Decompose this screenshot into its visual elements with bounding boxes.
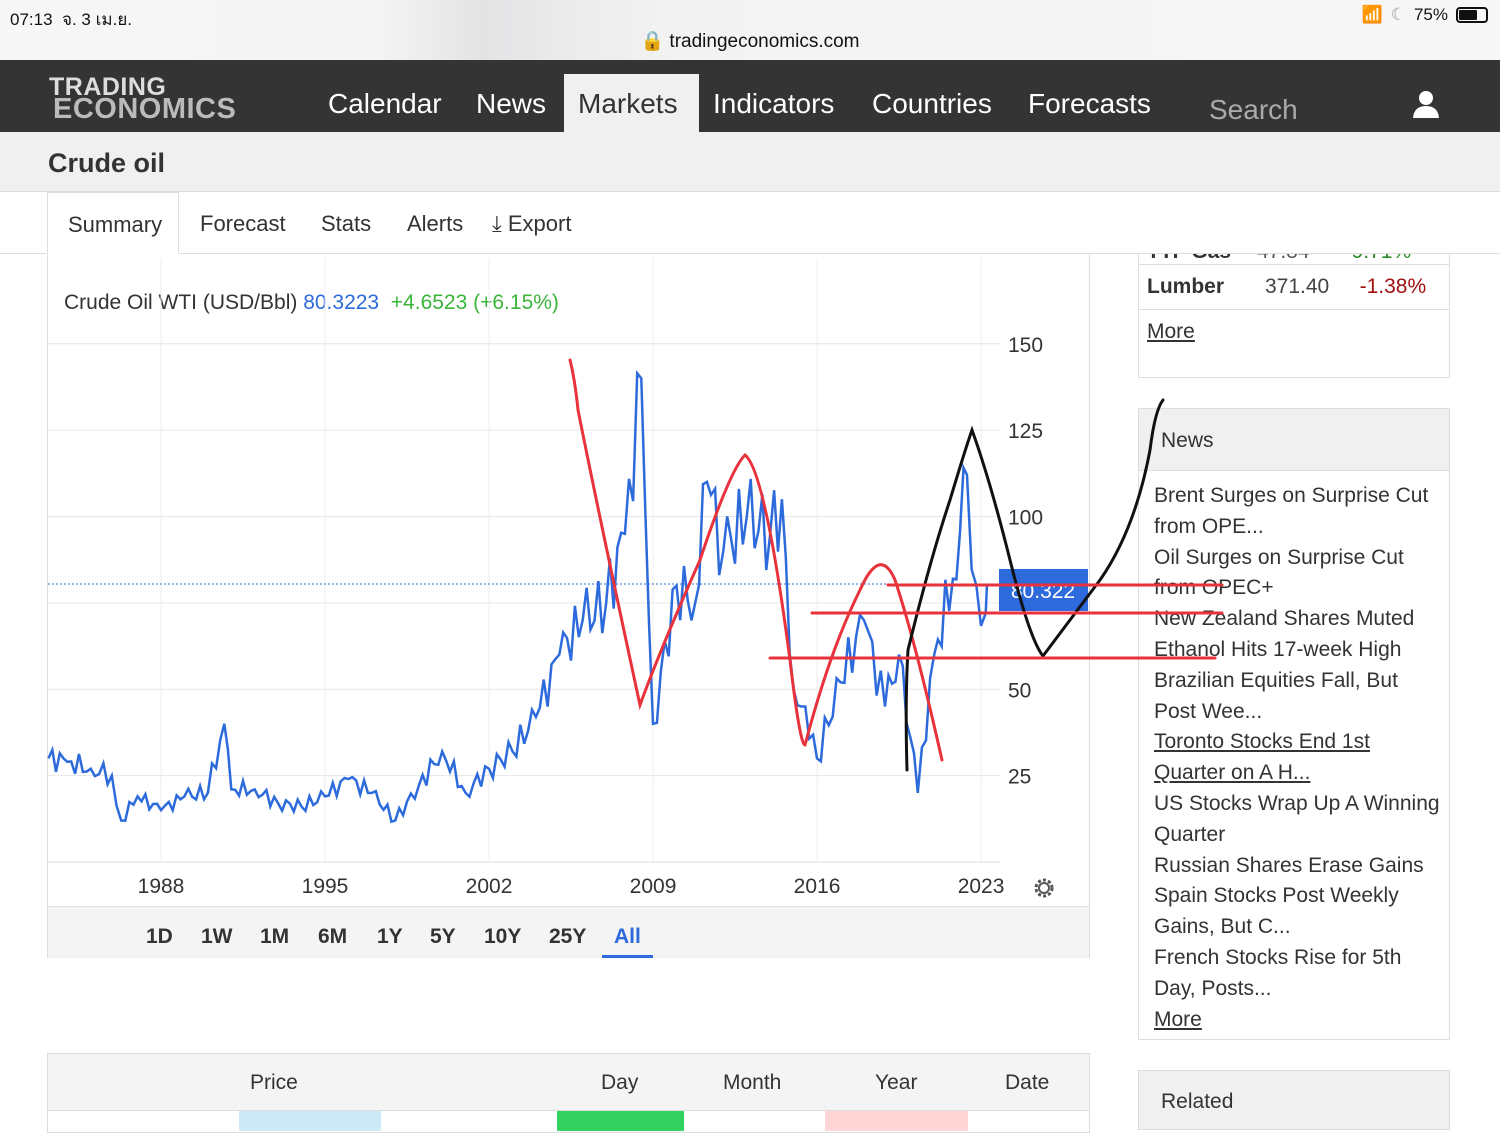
range-1w[interactable]: 1W (201, 925, 233, 949)
news-item[interactable]: Spain Stocks Post Weekly Gains, But C... (1154, 881, 1441, 943)
range-1y[interactable]: 1Y (377, 925, 403, 949)
logo[interactable]: TRADING ECONOMICS (49, 75, 236, 124)
news-item[interactable]: Ethanol Hits 17-week High (1154, 635, 1441, 666)
nav-markets[interactable]: Markets (564, 74, 699, 132)
price-table-header: Price Day Month Year Date (48, 1054, 1089, 1111)
news-item[interactable]: New Zealand Shares Muted (1154, 604, 1441, 635)
nav-news[interactable]: News (462, 74, 560, 132)
range-1m[interactable]: 1M (260, 925, 289, 949)
table-row[interactable]: Lumber 371.40 -1.38% (1139, 264, 1449, 310)
more-markets-link[interactable]: More (1147, 320, 1195, 343)
range-all[interactable]: All (602, 925, 653, 958)
col-day: Day (601, 1071, 639, 1094)
tab-export[interactable]: ⤓ Export (492, 192, 571, 254)
nav-forecasts[interactable]: Forecasts (1014, 74, 1165, 132)
news-item[interactable]: French Stocks Rise for 5th Day, Posts... (1154, 943, 1441, 1005)
tab-stats[interactable]: Stats (321, 192, 371, 254)
battery-icon (1456, 7, 1488, 23)
col-price: Price (250, 1071, 298, 1094)
price-cell (239, 1111, 381, 1131)
nav-calendar[interactable]: Calendar (314, 74, 456, 132)
range-25y[interactable]: 25Y (549, 925, 586, 949)
related-heading: Related (1138, 1070, 1450, 1130)
lock-icon: 🔒 (640, 31, 665, 52)
news-item[interactable]: US Stocks Wrap Up A Winning Quarter (1154, 789, 1441, 851)
wifi-icon: 📶 (1361, 5, 1383, 24)
range-1d[interactable]: 1D (146, 925, 173, 949)
download-icon: ⤓ (492, 211, 502, 236)
news-item[interactable]: Brazilian Equities Fall, But Post Wee... (1154, 666, 1441, 728)
battery-percent: 75% (1413, 5, 1448, 24)
chart-header: Crude Oil WTI (USD/Bbl) 80.3223 +4.6523 … (64, 291, 559, 314)
markets-panel: TTF Gas47.849.71% Lumber371.40-1.38% Mor… (1138, 240, 1450, 378)
news-heading: News (1139, 409, 1449, 471)
price-table: Price Day Month Year Date (47, 1053, 1090, 1133)
day-change-cell (557, 1111, 684, 1131)
news-item[interactable]: Oil Surges on Surprise Cut from OPEC+ (1154, 543, 1441, 605)
range-6m[interactable]: 6M (318, 925, 347, 949)
more-news-link[interactable]: More (1154, 1008, 1202, 1031)
news-item[interactable]: Toronto Stocks End 1st Quarter on A H... (1154, 727, 1441, 789)
range-selector: 1D 1W 1M 6M 1Y 5Y 10Y 25Y All (48, 906, 1089, 958)
page-title: Crude oil (48, 148, 166, 178)
tab-bar: Summary Forecast Stats Alerts ⤓ Export (0, 192, 1500, 254)
year-change-cell (825, 1111, 968, 1131)
address-bar[interactable]: 🔒 tradingeconomics.com (0, 29, 1500, 53)
chart-panel: Crude Oil WTI (USD/Bbl) 80.3223 +4.6523 … (47, 254, 1090, 958)
status-bar: 07:13 จ. 3 เม.ย. 🔒 tradingeconomics.com … (0, 0, 1500, 60)
user-icon[interactable] (1410, 88, 1442, 120)
col-date: Date (1005, 1071, 1050, 1094)
col-month: Month (723, 1071, 782, 1094)
page-header: Crude oil (0, 132, 1500, 192)
news-item[interactable]: Russian Shares Erase Gains (1154, 851, 1441, 882)
col-year: Year (875, 1071, 918, 1094)
range-5y[interactable]: 5Y (430, 925, 456, 949)
tab-forecast[interactable]: Forecast (200, 192, 286, 254)
tab-alerts[interactable]: Alerts (407, 192, 463, 254)
news-panel: News Brent Surges on Surprise Cut from O… (1138, 408, 1450, 1040)
range-10y[interactable]: 10Y (484, 925, 521, 949)
nav-countries[interactable]: Countries (858, 74, 1006, 132)
tab-summary[interactable]: Summary (47, 192, 180, 254)
nav-indicators[interactable]: Indicators (699, 74, 848, 132)
news-item[interactable]: Brent Surges on Surprise Cut from OPE... (1154, 481, 1441, 543)
moon-icon: ☾ (1390, 5, 1406, 24)
search-input[interactable]: Search (1201, 90, 1384, 136)
main-nav: TRADING ECONOMICS Calendar News Markets I… (0, 60, 1500, 136)
